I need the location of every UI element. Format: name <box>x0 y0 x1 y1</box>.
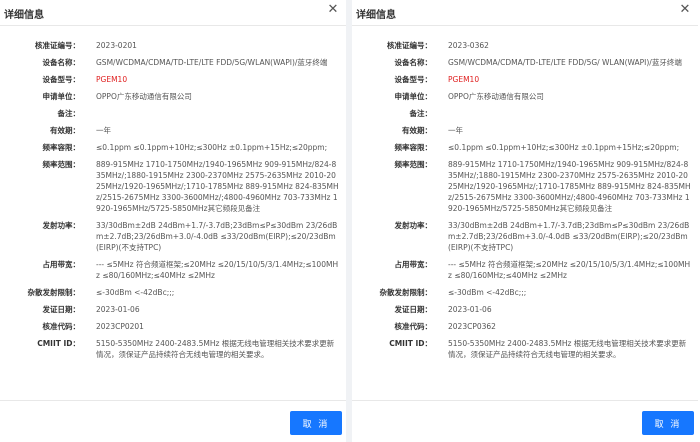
field-label: 频率容限： <box>42 143 81 152</box>
field-row: CMIIT ID： 5150-5350MHz 2400-2483.5MHz 根据无… <box>352 338 698 360</box>
field-row: 占用带宽： --- ≤5MHz 符合频道框架;≤20MHz ≤20/15/10/5… <box>352 259 698 281</box>
dialog-title: 详细信息 <box>356 10 396 21</box>
field-row: 备注： <box>352 108 698 119</box>
field-value: --- ≤5MHz 符合频道框架;≤20MHz ≤20/15/10/5/3/1.… <box>448 260 691 280</box>
field-label: 设备型号： <box>42 75 81 84</box>
field-value: ≤0.1ppm ≤0.1ppm+10Hz;≤300Hz ±0.1ppm+15Hz… <box>448 143 680 152</box>
field-value: ≤-30dBm <-42dBc;;; <box>96 288 175 297</box>
field-value: OPPO广东移动通信有限公司 <box>96 92 192 101</box>
field-label: 杂散发射限制： <box>379 288 433 297</box>
field-value: GSM/WCDMA/CDMA/TD-LTE/LTE FDD/5G/WLAN(WA… <box>96 58 328 67</box>
field-row: 杂散发射限制： ≤-30dBm <-42dBc;;; <box>0 287 346 298</box>
field-label: 核准证编号： <box>35 41 80 50</box>
field-label: 占用带宽： <box>394 260 433 269</box>
field-value: 5150-5350MHz 2400-2483.5MHz 根据无线电管理相关技术要… <box>96 339 335 359</box>
field-value: 889-915MHz 1710-1750MHz/1940-1965MHz 909… <box>96 160 339 213</box>
dialog-body: 核准证编号： 2023-0201 设备名称： GSM/WCDMA/CDMA/TD-L… <box>0 40 346 366</box>
dialog-header: 详细信息 ✕ <box>352 0 698 26</box>
field-row: 核准代码： 2023CP0201 <box>0 321 346 332</box>
field-value: GSM/WCDMA/CDMA/TD-LTE/LTE FDD/5G/ WLAN(W… <box>448 58 682 67</box>
dialog-title: 详细信息 <box>4 10 44 21</box>
field-label: 设备型号： <box>394 75 433 84</box>
field-label: 发射功率： <box>42 221 81 230</box>
field-value: --- ≤5MHz 符合频道框架;≤20MHz ≤20/15/10/5/3/1.… <box>96 260 339 280</box>
field-label: 设备名称： <box>394 58 433 67</box>
field-row: 申请单位： OPPO广东移动通信有限公司 <box>0 91 346 102</box>
field-label: 杂散发射限制： <box>27 288 81 297</box>
field-row: 设备名称： GSM/WCDMA/CDMA/TD-LTE/LTE FDD/5G/ W… <box>352 57 698 68</box>
field-row: 申请单位： OPPO广东移动通信有限公司 <box>352 91 698 102</box>
field-value: ≤-30dBm <-42dBc;;; <box>448 288 527 297</box>
field-label: 频率范围： <box>394 160 433 169</box>
field-row: 设备名称： GSM/WCDMA/CDMA/TD-LTE/LTE FDD/5G/WL… <box>0 57 346 68</box>
field-value: 2023-01-06 <box>448 305 492 314</box>
field-label: 发证日期： <box>42 305 81 314</box>
footer-divider <box>0 400 346 401</box>
cancel-button[interactable]: 取 消 <box>642 411 694 435</box>
field-row: 杂散发射限制： ≤-30dBm <-42dBc;;; <box>352 287 698 298</box>
field-label: CMIIT ID： <box>37 339 80 348</box>
field-row: 占用带宽： --- ≤5MHz 符合频道框架;≤20MHz ≤20/15/10/5… <box>0 259 346 281</box>
field-value: ≤0.1ppm ≤0.1ppm+10Hz;≤300Hz ±0.1ppm+15Hz… <box>96 143 328 152</box>
field-row: 发证日期： 2023-01-06 <box>352 304 698 315</box>
field-label: 核准证编号： <box>387 41 432 50</box>
field-value: 2023-0201 <box>96 41 137 50</box>
field-label: 核准代码： <box>42 322 81 331</box>
close-icon[interactable]: ✕ <box>326 3 340 17</box>
field-label: 有效期： <box>402 126 432 135</box>
field-value: 2023-01-06 <box>96 305 140 314</box>
field-row: 频率范围： 889-915MHz 1710-1750MHz/1940-1965MH… <box>0 159 346 214</box>
field-row: 频率范围： 889-915MHz 1710-1750MHz/1940-1965MH… <box>352 159 698 214</box>
field-value <box>448 108 691 119</box>
device-model-value: PGEM10 <box>96 75 128 84</box>
field-row: 频率容限： ≤0.1ppm ≤0.1ppm+10Hz;≤300Hz ±0.1ppm… <box>0 142 346 153</box>
field-row: 有效期： 一年 <box>0 125 346 136</box>
field-row: 发射功率： 33/30dBm±2dB 24dBm+1.7/-3.7dB;23dBm… <box>352 220 698 253</box>
dialog-body: 核准证编号： 2023-0362 设备名称： GSM/WCDMA/CDMA/TD-L… <box>352 40 698 366</box>
field-label: 核准代码： <box>394 322 433 331</box>
field-row: 设备型号： PGEM10 <box>352 74 698 85</box>
field-row: 有效期： 一年 <box>352 125 698 136</box>
field-label: CMIIT ID： <box>389 339 432 348</box>
close-icon[interactable]: ✕ <box>678 3 692 17</box>
field-label: 频率容限： <box>394 143 433 152</box>
cancel-button[interactable]: 取 消 <box>290 411 342 435</box>
field-value: 2023-0362 <box>448 41 489 50</box>
field-label: 备注： <box>57 109 81 118</box>
field-value: 33/30dBm±2dB 24dBm+1.7/-3.7dB;23dBm≤P≤30… <box>448 221 690 252</box>
dialog-header: 详细信息 ✕ <box>0 0 346 26</box>
field-value: 一年 <box>96 126 111 135</box>
field-row: 频率容限： ≤0.1ppm ≤0.1ppm+10Hz;≤300Hz ±0.1ppm… <box>352 142 698 153</box>
field-row: 备注： <box>0 108 346 119</box>
field-label: 占用带宽： <box>42 260 81 269</box>
field-label: 申请单位： <box>42 92 81 101</box>
field-label: 设备名称： <box>42 58 81 67</box>
detail-dialog-right: 详细信息 ✕ 核准证编号： 2023-0362 设备名称： GSM/WCDMA/CD… <box>352 0 698 442</box>
field-row: 发射功率： 33/30dBm±2dB 24dBm+1.7/-3.7dB;23dBm… <box>0 220 346 253</box>
field-value: 889-915MHz 1710-1750MHz/1940-1965MHz 909… <box>448 160 691 213</box>
field-value: 33/30dBm±2dB 24dBm+1.7/-3.7dB;23dBm≤P≤30… <box>96 221 338 252</box>
field-row: 核准证编号： 2023-0201 <box>0 40 346 51</box>
field-label: 发射功率： <box>394 221 433 230</box>
field-label: 发证日期： <box>394 305 433 314</box>
field-label: 备注： <box>409 109 433 118</box>
field-value: 2023CP0362 <box>448 322 496 331</box>
field-value: 2023CP0201 <box>96 322 144 331</box>
field-label: 频率范围： <box>42 160 81 169</box>
field-value: OPPO广东移动通信有限公司 <box>448 92 544 101</box>
field-row: CMIIT ID： 5150-5350MHz 2400-2483.5MHz 根据无… <box>0 338 346 360</box>
footer-divider <box>352 400 698 401</box>
field-row: 发证日期： 2023-01-06 <box>0 304 346 315</box>
field-value: 5150-5350MHz 2400-2483.5MHz 根据无线电管理相关技术要… <box>448 339 687 359</box>
field-row: 核准证编号： 2023-0362 <box>352 40 698 51</box>
device-model-value: PGEM10 <box>448 75 480 84</box>
field-row: 设备型号： PGEM10 <box>0 74 346 85</box>
field-label: 申请单位： <box>394 92 433 101</box>
field-label: 有效期： <box>50 126 80 135</box>
detail-dialog-left: 详细信息 ✕ 核准证编号： 2023-0201 设备名称： GSM/WCDMA/CD… <box>0 0 346 442</box>
field-value: 一年 <box>448 126 463 135</box>
field-value <box>96 108 339 119</box>
field-row: 核准代码： 2023CP0362 <box>352 321 698 332</box>
